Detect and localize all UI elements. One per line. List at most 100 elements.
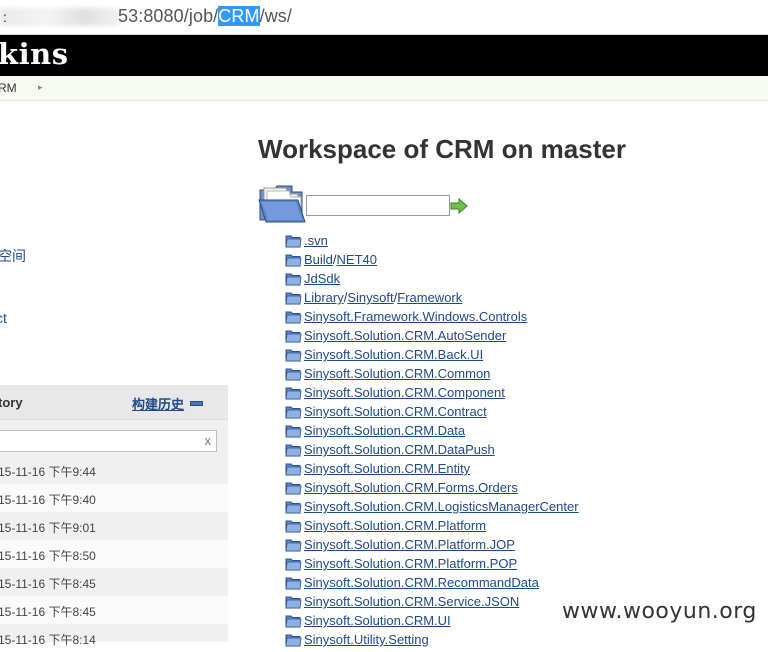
- file-link[interactable]: Sinysoft.Solution.CRM.Forms.Orders: [304, 480, 518, 495]
- file-link[interactable]: JdSdk: [304, 271, 340, 286]
- file-path-label: Sinysoft.Solution.CRM.Service.JSON: [304, 594, 519, 609]
- file-link[interactable]: Sinysoft.Solution.CRM.RecommandData: [304, 575, 539, 590]
- build-time: 15-11-16 下午8:45: [0, 577, 96, 591]
- address-prefix: 53:8080/job/: [118, 6, 219, 26]
- file-path-label: Sinysoft.Solution.CRM.Platform.POP: [304, 556, 517, 571]
- folder-icon: [285, 596, 302, 609]
- file-link[interactable]: Sinysoft.Solution.CRM.AutoSender: [304, 328, 506, 343]
- clear-filter-icon[interactable]: x: [205, 433, 212, 448]
- folder-icon: [285, 444, 302, 457]
- file-link[interactable]: Sinysoft.Solution.CRM.Platform.JOP: [304, 537, 515, 552]
- file-link[interactable]: Sinysoft.Utility.Setting: [304, 632, 429, 647]
- file-link[interactable]: Sinysoft.Solution.CRM.LogisticsManagerCe…: [304, 499, 579, 514]
- watermark: www.wooyun.org: [562, 599, 757, 624]
- file-path-label: Library/Sinysoft/Framework: [304, 290, 462, 305]
- collapse-icon[interactable]: [190, 401, 203, 406]
- build-time: 15-11-16 下午8:14: [0, 633, 96, 647]
- build-history-row[interactable]: 15-11-16 下午9:44: [0, 456, 228, 484]
- file-link[interactable]: Sinysoft.Solution.CRM.Platform: [304, 518, 486, 533]
- breadcrumb-item-job[interactable]: RM: [0, 81, 17, 95]
- file-link[interactable]: Sinysoft.Solution.CRM.DataPush: [304, 442, 495, 457]
- folder-icon: [285, 406, 302, 419]
- address-bar[interactable]: : 53:8080/job/CRM/ws/: [0, 0, 768, 35]
- file-link[interactable]: Sinysoft.Solution.CRM.Contract: [304, 404, 487, 419]
- file-path-label: Sinysoft.Solution.CRM.Component: [304, 385, 505, 400]
- sidebar-item-project[interactable]: ct: [0, 310, 7, 326]
- file-link[interactable]: Sinysoft.Framework.Windows.Controls: [304, 309, 527, 324]
- file-path-label: JdSdk: [304, 271, 340, 286]
- folder-icon: [285, 425, 302, 438]
- file-link[interactable]: Framework: [397, 290, 462, 305]
- file-link[interactable]: Sinysoft.Solution.CRM.Data: [304, 423, 465, 438]
- build-time: 15-11-16 下午9:40: [0, 493, 96, 507]
- address-text[interactable]: 53:8080/job/CRM/ws/: [118, 6, 292, 27]
- folder-icon: [285, 368, 302, 381]
- file-path-label: Sinysoft.Solution.CRM.Contract: [304, 404, 487, 419]
- file-link[interactable]: Sinysoft.Solution.CRM.Back.UI: [304, 347, 483, 362]
- build-history-row[interactable]: 15-11-16 下午8:45: [0, 596, 228, 624]
- file-link[interactable]: Sinysoft.Solution.CRM.Entity: [304, 461, 470, 476]
- file-path-label: Sinysoft.Solution.CRM.Entity: [304, 461, 470, 476]
- go-arrow-icon[interactable]: [450, 198, 468, 214]
- file-path-label: .svn: [304, 233, 328, 248]
- address-leading: :: [3, 9, 7, 25]
- folder-icon: [285, 520, 302, 533]
- file-link[interactable]: Sinysoft.Solution.CRM.Service.JSON: [304, 594, 519, 609]
- build-history-row[interactable]: 15-11-16 下午8:45: [0, 568, 228, 596]
- file-link[interactable]: Sinysoft.Solution.CRM.Platform.POP: [304, 556, 517, 571]
- path-input[interactable]: [306, 195, 450, 216]
- folder-icon: [285, 311, 302, 324]
- logo-text[interactable]: kins: [0, 37, 69, 71]
- file-path-label: Sinysoft.Utility.Setting: [304, 632, 429, 647]
- build-history-filter-input[interactable]: x: [0, 430, 217, 452]
- file-link[interactable]: Build: [304, 252, 333, 267]
- sidebar-item-workspace[interactable]: 空间: [0, 246, 26, 266]
- redacted-host: [0, 8, 120, 26]
- build-time: 15-11-16 下午9:01: [0, 521, 96, 535]
- address-selection: CRM: [218, 6, 260, 26]
- folder-icon: [285, 235, 302, 248]
- folder-icon: [285, 292, 302, 305]
- file-path-label: Sinysoft.Solution.CRM.Platform.JOP: [304, 537, 515, 552]
- build-history-panel: tory 构建历史 x 15-11-16 下午9:44 15-11-16 下午9…: [0, 385, 228, 647]
- file-link[interactable]: Library: [304, 290, 344, 305]
- folder-open-icon: [258, 185, 306, 223]
- file-path-label: Sinysoft.Solution.CRM.Platform: [304, 518, 486, 533]
- build-history-row[interactable]: 15-11-16 下午8:14: [0, 624, 228, 652]
- file-link[interactable]: Sinysoft: [347, 290, 393, 305]
- file-path-label: Sinysoft.Solution.CRM.DataPush: [304, 442, 495, 457]
- folder-icon: [285, 387, 302, 400]
- breadcrumb: RM ▸: [0, 76, 768, 101]
- folder-icon: [285, 349, 302, 362]
- file-path-label: Build/NET40: [304, 252, 377, 267]
- folder-icon: [285, 558, 302, 571]
- folder-icon: [285, 273, 302, 286]
- page-title: Workspace of CRM on master: [258, 134, 626, 164]
- file-path-label: Sinysoft.Solution.CRM.Common: [304, 366, 490, 381]
- folder-icon: [285, 539, 302, 552]
- file-path-label: Sinysoft.Framework.Windows.Controls: [304, 309, 527, 324]
- jenkins-header: kins: [0, 35, 768, 76]
- build-history-trend-link[interactable]: 构建历史: [132, 394, 184, 413]
- file-path-label: Sinysoft.Solution.CRM.LogisticsManagerCe…: [304, 499, 579, 514]
- build-history-row[interactable]: 15-11-16 下午8:50: [0, 540, 228, 568]
- folder-icon: [285, 254, 302, 267]
- file-link[interactable]: NET40: [337, 252, 377, 267]
- file-link[interactable]: Sinysoft.Solution.CRM.Component: [304, 385, 505, 400]
- build-history-row[interactable]: 15-11-16 下午9:01: [0, 512, 228, 540]
- build-time: 15-11-16 下午9:44: [0, 465, 96, 479]
- folder-icon: [285, 330, 302, 343]
- folder-icon: [285, 577, 302, 590]
- file-link[interactable]: .svn: [304, 233, 328, 248]
- file-path-label: Sinysoft.Solution.CRM.AutoSender: [304, 328, 506, 343]
- file-link[interactable]: Sinysoft.Solution.CRM.Common: [304, 366, 490, 381]
- build-time: 15-11-16 下午8:50: [0, 549, 96, 563]
- breadcrumb-arrow-icon[interactable]: ▸: [38, 82, 43, 93]
- build-history-title: tory: [0, 395, 23, 410]
- file-path-label: Sinysoft.Solution.CRM.Back.UI: [304, 347, 483, 362]
- address-suffix: /ws/: [259, 6, 292, 26]
- build-time: 15-11-16 下午8:45: [0, 605, 96, 619]
- build-history-row[interactable]: 15-11-16 下午9:40: [0, 484, 228, 512]
- file-link[interactable]: Sinysoft.Solution.CRM.UI: [304, 613, 451, 628]
- folder-icon: [285, 501, 302, 514]
